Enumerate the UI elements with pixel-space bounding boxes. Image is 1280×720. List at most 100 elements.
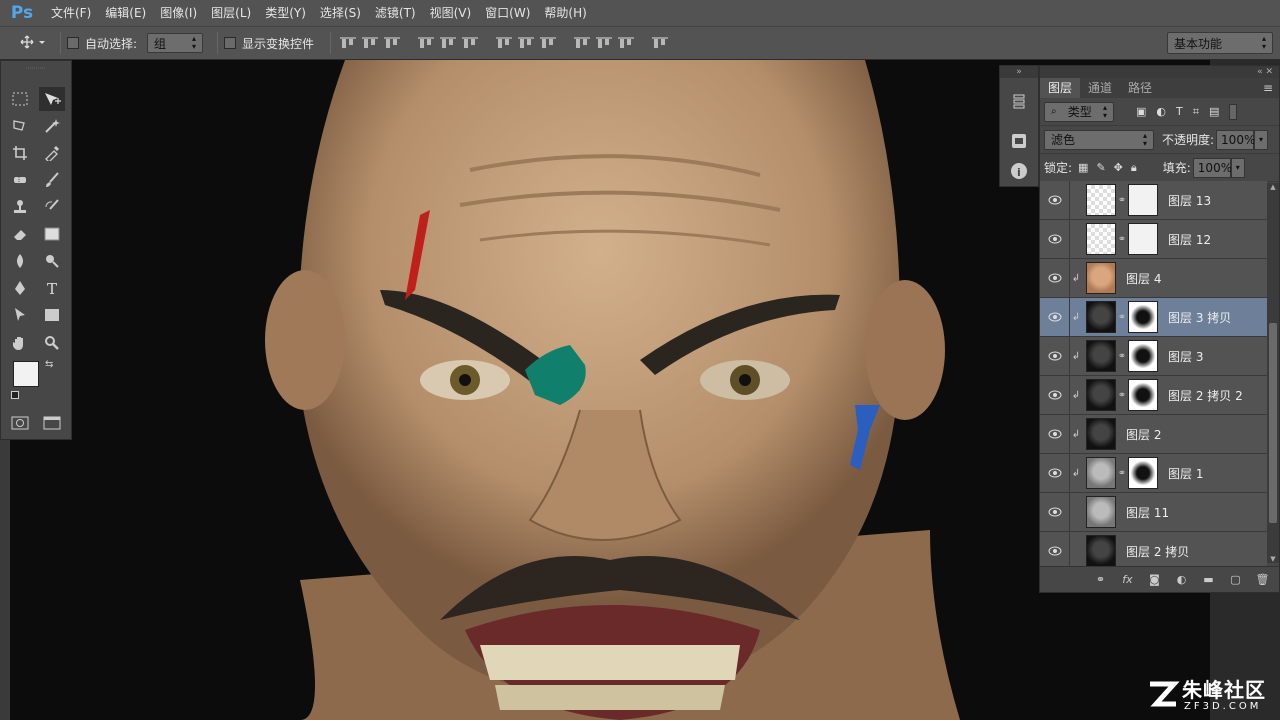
- visibility-eye-icon[interactable]: [1040, 336, 1070, 376]
- properties-panel-icon[interactable]: [1010, 132, 1028, 153]
- menu-item[interactable]: 滤镜(T): [368, 0, 423, 26]
- layer-row[interactable]: ⚭ 图层 12: [1040, 219, 1267, 259]
- filter-pixel-icon[interactable]: ▣: [1136, 105, 1146, 119]
- info-panel-icon[interactable]: i: [1010, 162, 1028, 183]
- history-brush-icon[interactable]: [39, 195, 65, 219]
- layer-row[interactable]: ↲ 图层 2: [1040, 414, 1267, 454]
- history-panel-icon[interactable]: [1010, 92, 1028, 113]
- filter-kind-dropdown[interactable]: ⌕ 类型 ▴ ▾: [1044, 101, 1114, 122]
- menu-item[interactable]: 窗口(W): [478, 0, 537, 26]
- layer-thumbnail[interactable]: [1086, 496, 1116, 528]
- blur-tool-icon[interactable]: [7, 249, 33, 273]
- visibility-eye-icon[interactable]: [1040, 375, 1070, 415]
- menu-item[interactable]: 视图(V): [423, 0, 479, 26]
- layer-thumbnail[interactable]: [1086, 301, 1116, 333]
- collapse-arrow-icon[interactable]: »: [1000, 66, 1038, 78]
- layer-thumbnail[interactable]: [1086, 340, 1116, 372]
- align-left-icon[interactable]: [415, 32, 437, 54]
- add-mask-icon[interactable]: ◙: [1146, 571, 1163, 588]
- layer-list-scrollbar[interactable]: ▲ ▼: [1267, 183, 1279, 563]
- mask-thumbnail[interactable]: [1128, 340, 1158, 372]
- eraser-tool-icon[interactable]: [7, 222, 33, 246]
- blend-mode-dropdown[interactable]: 滤色 ▴ ▾: [1044, 129, 1154, 150]
- filter-toggle[interactable]: [1229, 103, 1238, 120]
- zoom-tool-icon[interactable]: [39, 331, 65, 355]
- lock-pixels-icon[interactable]: ✎: [1096, 161, 1105, 175]
- healing-brush-icon[interactable]: [7, 168, 33, 192]
- opacity-dropdown-arrow-icon[interactable]: ▾: [1254, 129, 1269, 150]
- filter-shape-icon[interactable]: ⌗: [1193, 105, 1199, 119]
- quick-mask-icon[interactable]: [7, 411, 33, 435]
- opacity-input[interactable]: 100%: [1216, 129, 1255, 150]
- distribute-left-icon[interactable]: [571, 32, 593, 54]
- mask-thumbnail[interactable]: [1128, 457, 1158, 489]
- brush-tool-icon[interactable]: [39, 168, 65, 192]
- visibility-eye-icon[interactable]: [1040, 181, 1070, 220]
- visibility-eye-icon[interactable]: [1040, 453, 1070, 493]
- layer-thumbnail[interactable]: [1086, 223, 1116, 255]
- mask-thumbnail[interactable]: [1128, 223, 1158, 255]
- new-layer-icon[interactable]: ▢: [1227, 571, 1244, 588]
- menu-item[interactable]: 选择(S): [313, 0, 368, 26]
- filter-smartobject-icon[interactable]: ▤: [1209, 105, 1219, 119]
- layer-row[interactable]: ↲ ⚭ 图层 3 拷贝: [1040, 297, 1267, 337]
- align-bottom-icon[interactable]: [381, 32, 403, 54]
- fx-icon[interactable]: fx: [1119, 571, 1136, 588]
- align-right-icon[interactable]: [459, 32, 481, 54]
- distribute-hcenter-icon[interactable]: [593, 32, 615, 54]
- mask-thumbnail[interactable]: [1128, 379, 1158, 411]
- mask-link-icon[interactable]: ⚭: [1116, 390, 1128, 401]
- align-top-icon[interactable]: [337, 32, 359, 54]
- distribute-top-icon[interactable]: [493, 32, 515, 54]
- mask-link-icon[interactable]: ⚭: [1116, 195, 1128, 206]
- menu-item[interactable]: 图像(I): [153, 0, 204, 26]
- layer-thumbnail[interactable]: [1086, 418, 1116, 450]
- magic-wand-icon[interactable]: [39, 114, 65, 138]
- link-layers-icon[interactable]: ⚭: [1092, 571, 1109, 588]
- layer-thumbnail[interactable]: [1086, 262, 1116, 294]
- layer-row[interactable]: ↲ ⚭ 图层 1: [1040, 453, 1267, 493]
- layer-thumbnail[interactable]: [1086, 184, 1116, 216]
- distribute-bottom-icon[interactable]: [537, 32, 559, 54]
- visibility-eye-icon[interactable]: [1040, 297, 1070, 337]
- panel-grip[interactable]: [1, 61, 71, 75]
- scrollbar-thumb[interactable]: [1269, 323, 1277, 523]
- swap-colors-icon[interactable]: ⇆: [45, 359, 53, 370]
- lock-position-icon[interactable]: ✥: [1114, 161, 1123, 175]
- auto-select-dropdown[interactable]: 组 ▴ ▾: [147, 33, 204, 53]
- lock-all-icon[interactable]: 🔒︎: [1131, 161, 1137, 175]
- menu-item[interactable]: 编辑(E): [98, 0, 153, 26]
- workspace-dropdown[interactable]: 基本功能 ▴ ▾: [1167, 32, 1273, 54]
- align-hcenter-icon[interactable]: [437, 32, 459, 54]
- dodge-tool-icon[interactable]: [39, 249, 65, 273]
- layer-row[interactable]: ↲ ⚭ 图层 2 拷贝 2: [1040, 375, 1267, 415]
- tab-channels[interactable]: 通道: [1080, 78, 1120, 98]
- hand-tool-icon[interactable]: [7, 331, 33, 355]
- menu-item[interactable]: 类型(Y): [258, 0, 313, 26]
- panel-close-icon[interactable]: « ✕: [1257, 66, 1273, 78]
- mask-link-icon[interactable]: ⚭: [1116, 312, 1128, 323]
- foreground-color-swatch[interactable]: [13, 361, 39, 387]
- visibility-eye-icon[interactable]: [1040, 219, 1070, 259]
- layer-row[interactable]: 图层 11: [1040, 492, 1267, 532]
- filter-type-icon[interactable]: T: [1176, 105, 1183, 119]
- distribute-right-icon[interactable]: [615, 32, 637, 54]
- gradient-tool-icon[interactable]: [39, 222, 65, 246]
- adjustment-layer-icon[interactable]: ◐: [1173, 571, 1190, 588]
- tab-layers[interactable]: 图层: [1040, 78, 1081, 98]
- fill-dropdown-arrow-icon[interactable]: ▾: [1230, 157, 1245, 178]
- distribute-vcenter-icon[interactable]: [515, 32, 537, 54]
- move-tool-icon[interactable]: [39, 87, 65, 111]
- new-group-icon[interactable]: ▬: [1200, 571, 1217, 588]
- visibility-eye-icon[interactable]: [1040, 258, 1070, 298]
- auto-select-checkbox[interactable]: [67, 37, 79, 49]
- tab-paths[interactable]: 路径: [1120, 78, 1160, 98]
- pen-tool-icon[interactable]: [7, 276, 33, 300]
- show-transform-checkbox[interactable]: [224, 37, 237, 49]
- eyedropper-icon[interactable]: [39, 141, 65, 165]
- mask-thumbnail[interactable]: [1128, 301, 1158, 333]
- path-selection-icon[interactable]: [7, 303, 33, 327]
- mask-link-icon[interactable]: ⚭: [1116, 351, 1128, 362]
- type-tool-icon[interactable]: T: [39, 276, 65, 300]
- mask-thumbnail[interactable]: [1128, 184, 1158, 216]
